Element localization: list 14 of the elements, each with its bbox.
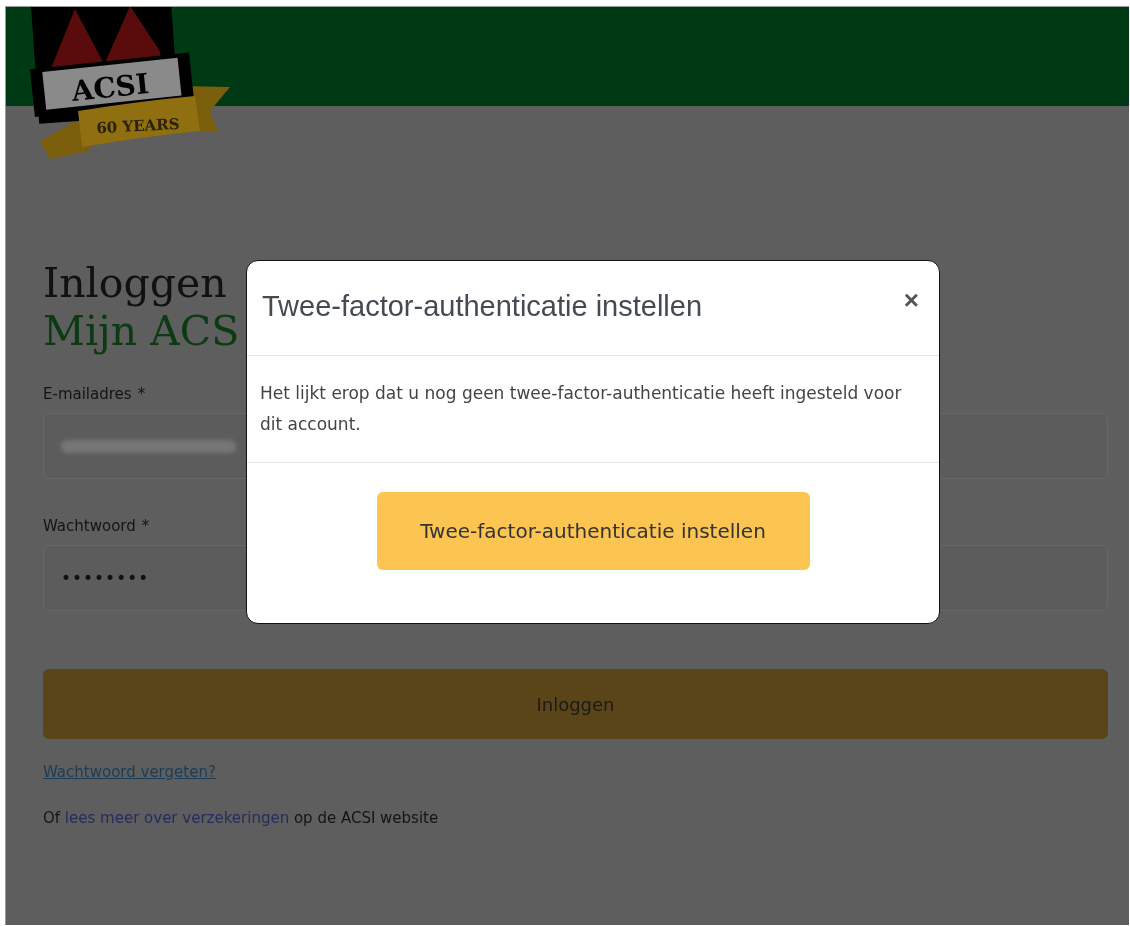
required-mark: * xyxy=(141,517,150,535)
field-label: E-mailadres xyxy=(43,385,132,403)
info-text: Of lees meer over verzekeringen op de ACSI website xyxy=(43,809,439,827)
modal-message: Het lijkt erop dat u nog geen twee-factor-authenticatie heeft ingesteld voor dit account. xyxy=(260,382,903,436)
required-mark: * xyxy=(137,385,146,403)
insurance-link[interactable]: lees meer over verzekeringen xyxy=(64,809,290,827)
field-label: Wachtwoord xyxy=(43,517,136,535)
page-subtitle: Mijn ACS xyxy=(43,307,240,355)
page-title: Inloggen xyxy=(43,259,227,307)
setup-2fa-button[interactable]: Twee-factor-authenticatie instellen xyxy=(376,492,810,570)
modal-title: Twee-factor-authenticatie instellen xyxy=(262,290,703,323)
login-button[interactable]: Inloggen xyxy=(43,669,1108,739)
close-button[interactable]: × xyxy=(903,287,919,313)
forgot-password-link[interactable]: Wachtwoord vergeten? xyxy=(43,763,216,781)
